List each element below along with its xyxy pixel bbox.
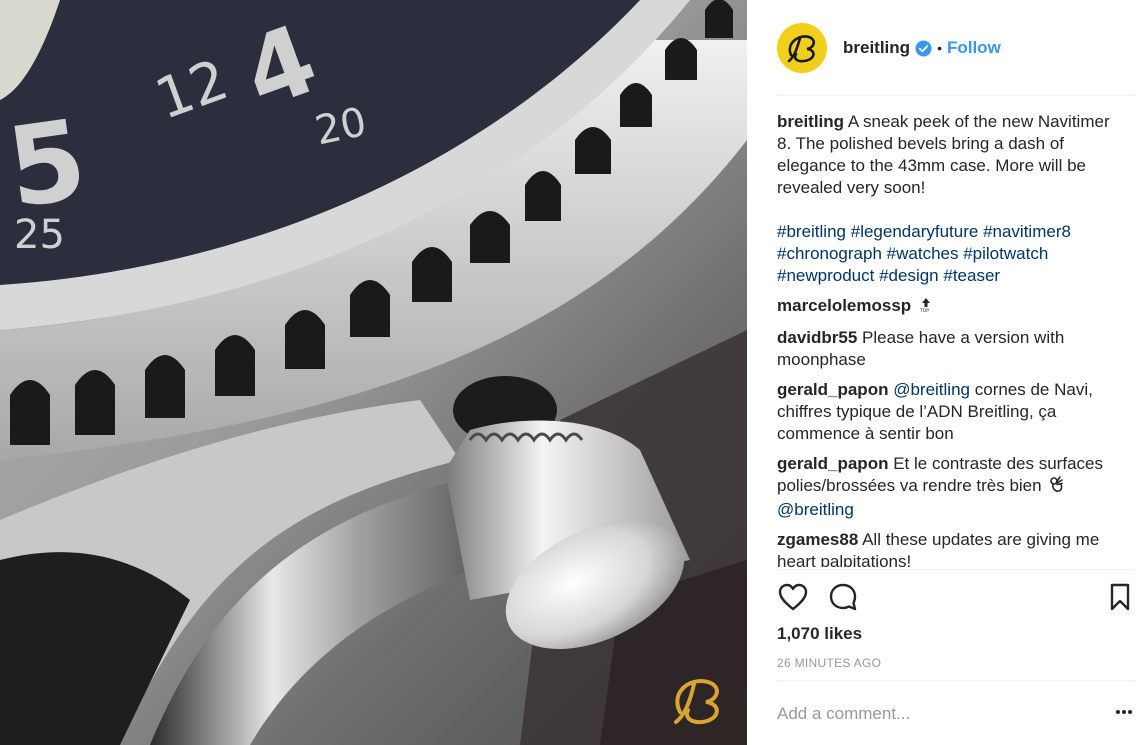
hashtag-link[interactable]: #legendaryfuture — [851, 222, 979, 241]
post-actions — [777, 578, 1132, 618]
post-photo[interactable]: 12 4 20 5 25 — [0, 0, 747, 745]
post-timestamp[interactable]: 26 MINUTES AGO — [777, 656, 881, 670]
more-options-button[interactable] — [1113, 702, 1135, 722]
like-button[interactable] — [777, 581, 809, 613]
hashtag-link[interactable]: #watches — [887, 244, 959, 263]
avatar[interactable] — [777, 23, 827, 73]
verified-badge-icon — [915, 40, 932, 57]
hashtag-link[interactable]: #design — [879, 266, 939, 285]
add-comment-divider — [777, 680, 1135, 681]
heart-icon — [778, 583, 808, 611]
comment-username[interactable]: davidbr55 — [777, 328, 857, 347]
top-arrow-emoji: TOP — [918, 297, 934, 319]
comment-item: zgames88 All these updates are giving me… — [777, 529, 1120, 567]
save-button[interactable] — [1104, 581, 1136, 613]
hashtag-link[interactable]: #teaser — [943, 266, 1000, 285]
caption-hashtags: #breitling #legendaryfuture #navitimer8 … — [777, 221, 1120, 287]
caption-username[interactable]: breitling — [777, 112, 844, 131]
follow-button[interactable]: Follow — [947, 38, 1001, 58]
comment-item: gerald_papon @breitling cornes de Navi, … — [777, 379, 1120, 445]
hashtag-link[interactable]: #navitimer8 — [983, 222, 1071, 241]
post-side-panel: breitling • Follow breitling A sneak pee… — [747, 0, 1148, 745]
comment-username[interactable]: gerald_papon — [777, 454, 888, 473]
bookmark-icon — [1110, 583, 1130, 611]
likes-count[interactable]: 1,070 likes — [777, 624, 862, 644]
hashtag-link[interactable]: #breitling — [777, 222, 846, 241]
comment-button[interactable] — [827, 581, 859, 613]
ok-hand-emoji — [1048, 475, 1064, 499]
hashtag-link[interactable]: #newproduct — [777, 266, 874, 285]
header-separator: • — [937, 40, 942, 56]
comment-item: marcelolemossp TOP — [777, 295, 1120, 319]
mention-link[interactable]: @breitling — [893, 380, 970, 399]
add-comment-input[interactable] — [777, 701, 1097, 727]
comments-list[interactable]: breitling A sneak peek of the new Naviti… — [777, 111, 1120, 567]
comment-item: davidbr55 Please have a version with moo… — [777, 327, 1120, 371]
mention-link[interactable]: @breitling — [777, 500, 854, 519]
post-header: breitling • Follow — [747, 0, 1148, 96]
caption: breitling A sneak peek of the new Naviti… — [777, 111, 1120, 287]
actions-divider — [777, 569, 1135, 570]
comment-bubble-icon — [829, 583, 857, 611]
breitling-logo-icon — [787, 35, 816, 63]
hashtag-link[interactable]: #pilotwatch — [963, 244, 1048, 263]
svg-text:TOP: TOP — [919, 308, 929, 313]
hashtag-link[interactable]: #chronograph — [777, 244, 882, 263]
comment-username[interactable]: marcelolemossp — [777, 296, 911, 315]
comment-username[interactable]: zgames88 — [777, 530, 858, 549]
comment-item: gerald_papon Et le contraste des surface… — [777, 453, 1120, 521]
more-options-icon — [1116, 710, 1132, 714]
header-username[interactable]: breitling — [843, 38, 910, 58]
comment-username[interactable]: gerald_papon — [777, 380, 888, 399]
dial-numeral-25: 25 — [14, 212, 65, 258]
watch-closeup-image: 12 4 20 5 25 — [0, 0, 747, 745]
header-divider — [777, 95, 1135, 96]
